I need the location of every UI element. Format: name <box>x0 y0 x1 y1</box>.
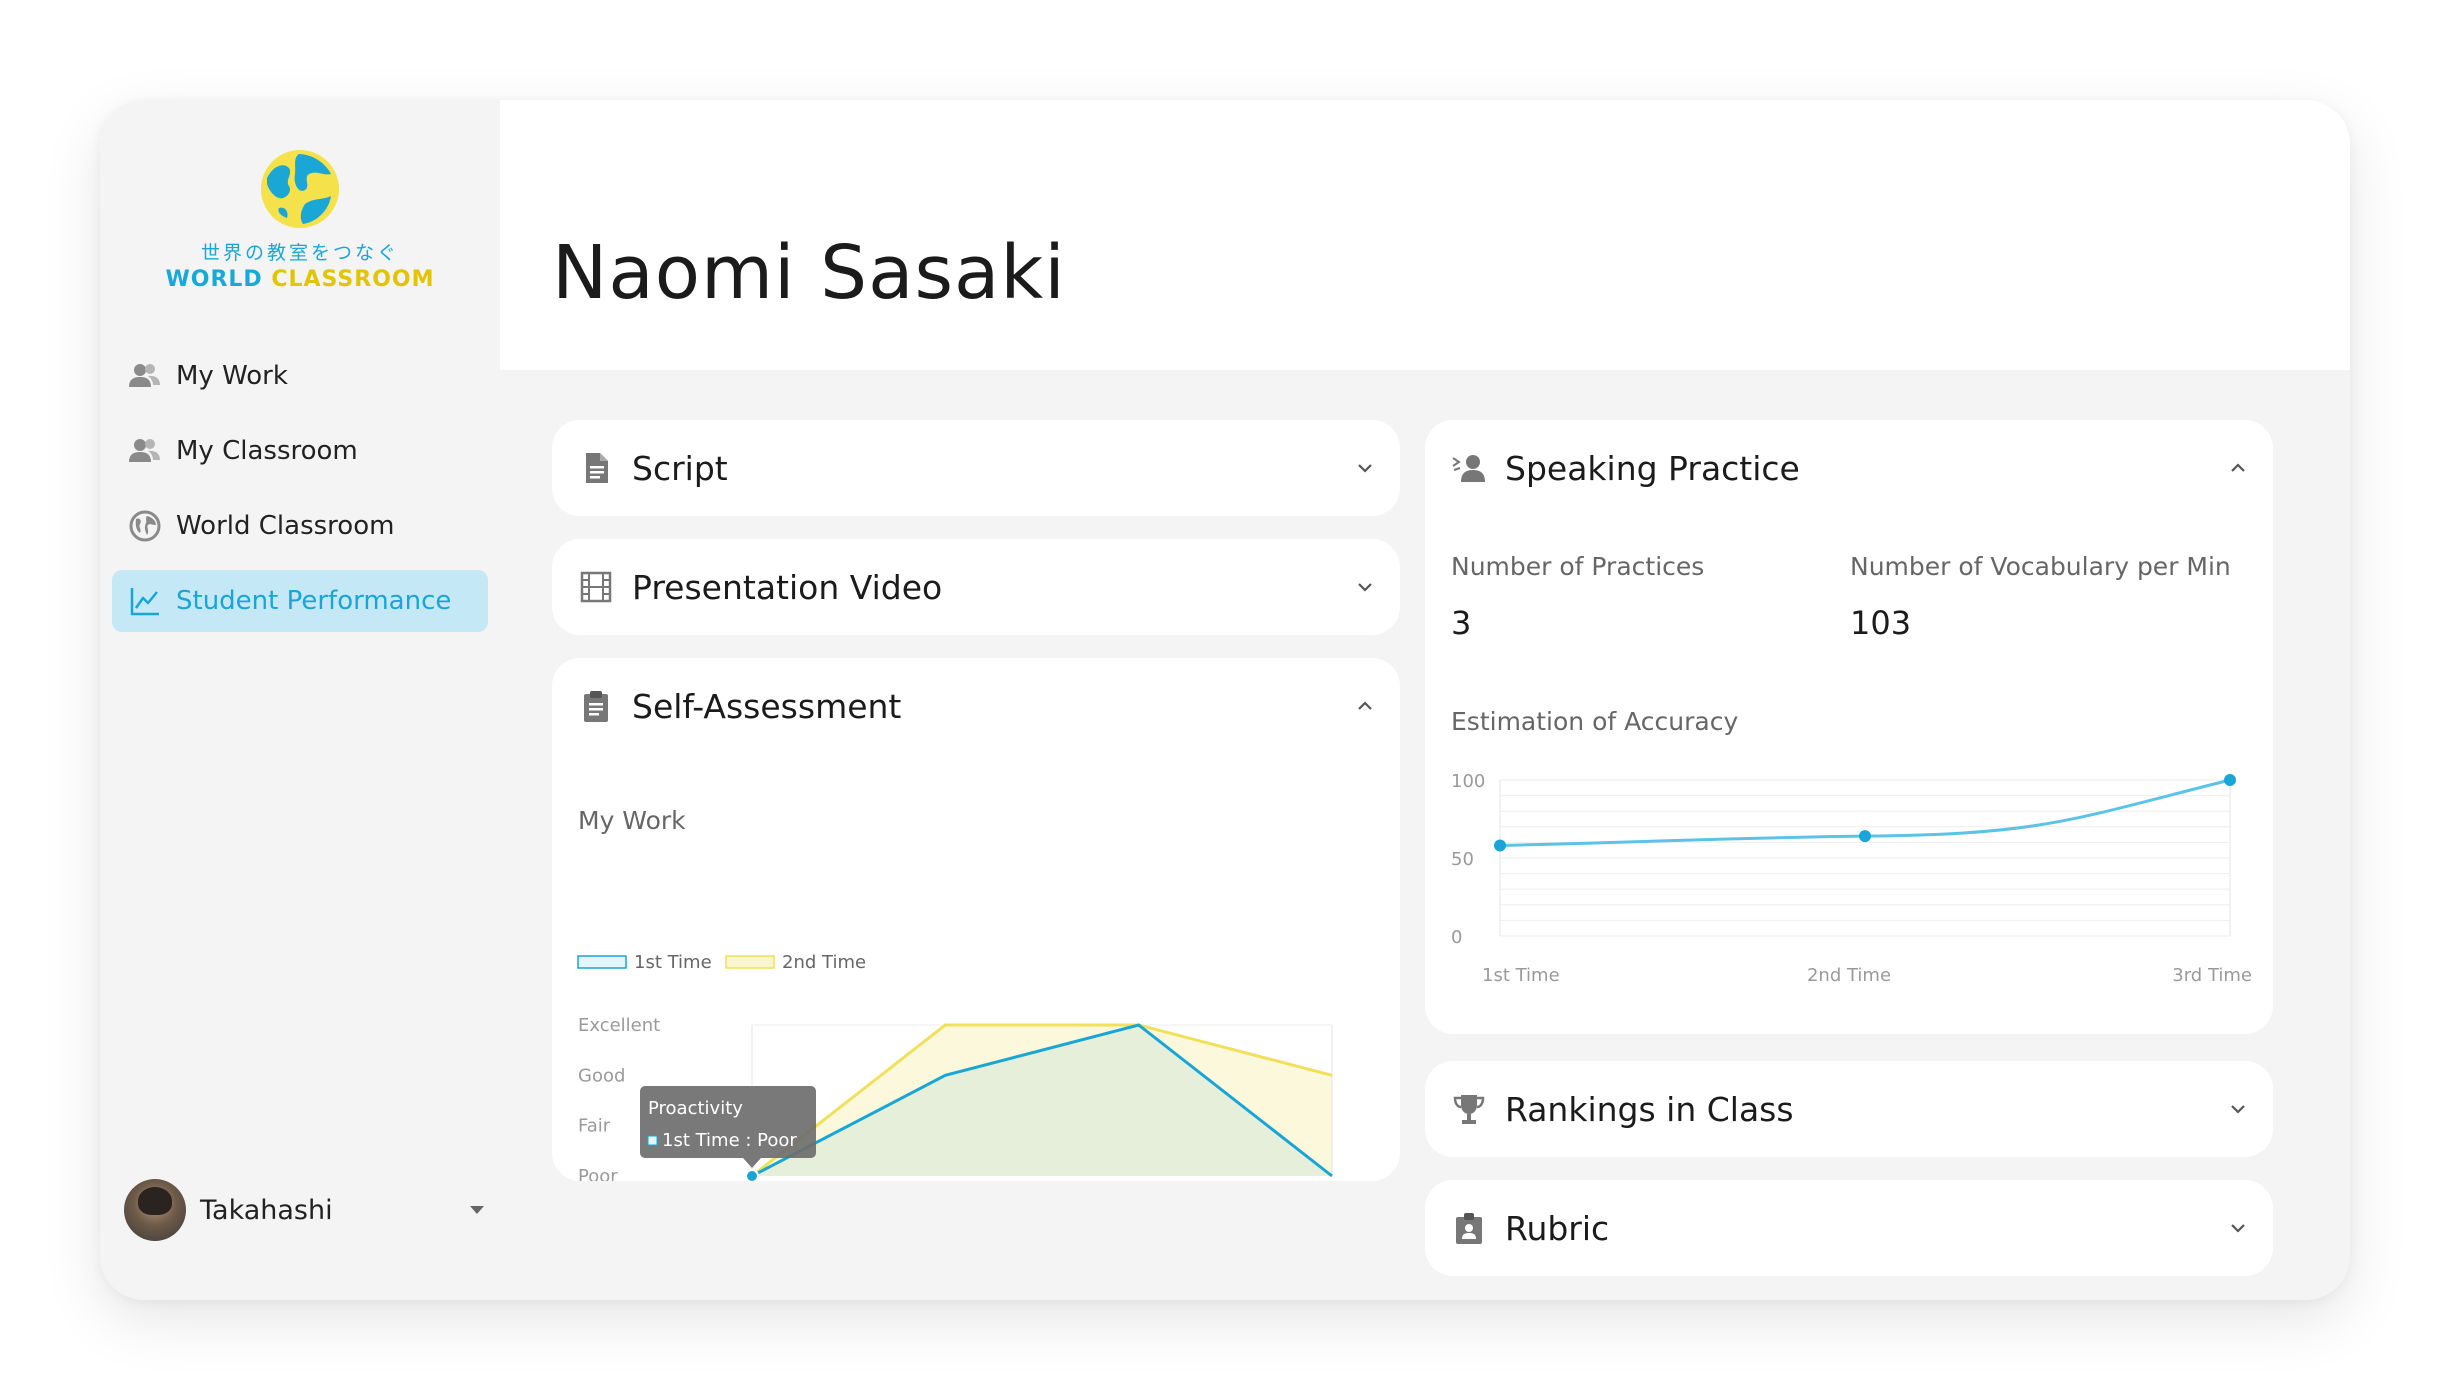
legend-label-2: 2nd Time <box>782 952 866 973</box>
page-title: Naomi Sasaki <box>552 230 1066 316</box>
badge-icon <box>1456 1213 1482 1244</box>
tooltip-line: 1st Time : Poor <box>662 1130 797 1151</box>
data-point <box>1859 830 1871 843</box>
sidebar-item-label: World Classroom <box>176 511 395 541</box>
tooltip-swatch <box>647 1135 658 1146</box>
sidebar-item-world-classroom[interactable]: World Classroom <box>112 495 488 557</box>
y-tick-label: 0 <box>1451 927 1462 948</box>
app-window: 世界の教室をつなぐ WORLD CLASSROOM My Work My Cla… <box>100 100 2350 1300</box>
brand-name: WORLD CLASSROOM <box>100 267 500 292</box>
brand-tagline-jp: 世界の教室をつなぐ <box>200 242 399 264</box>
y-tick-label: Excellent <box>578 1015 660 1036</box>
accuracy-chart: 0 50 100 1st Time 2nd Time 3rd Time <box>1451 771 2252 986</box>
people-icon <box>129 364 160 387</box>
card-title: Rubric <box>1505 1208 1610 1248</box>
chevron-down-icon[interactable] <box>1356 578 1374 596</box>
sidebar-nav: My Work My Classroom World Classroom Stu… <box>112 345 488 645</box>
sidebar-item-my-classroom[interactable]: My Classroom <box>112 420 488 482</box>
tooltip-pointer <box>743 1158 761 1168</box>
card-title: Script <box>632 448 728 488</box>
sidebar-item-student-performance[interactable]: Student Performance <box>112 570 488 632</box>
brand-logo[interactable]: 世界の教室をつなぐ WORLD CLASSROOM <box>100 148 500 292</box>
x-tick-label: 1st Time <box>1482 965 1560 986</box>
user-name: Takahashi <box>200 1194 333 1226</box>
data-point <box>2224 774 2236 786</box>
caret-down-icon[interactable] <box>470 1206 484 1214</box>
main-content: Naomi Sasaki Script Presentation Video S… <box>500 100 2350 1300</box>
film-icon <box>580 571 612 603</box>
speaking-practice-card: Speaking Practice Number of Practices 3 … <box>1425 420 2273 1034</box>
people-icon <box>129 439 160 462</box>
page-header: Naomi Sasaki <box>500 100 2350 370</box>
sidebar-item-label: My Work <box>176 361 288 391</box>
rankings-card: Rankings in Class <box>1425 1061 2273 1157</box>
y-tick-label: Poor <box>578 1166 618 1181</box>
globe-icon <box>129 510 161 542</box>
self-assessment-chart: 1st Time 2nd Time Poor Fair Good Excellent Pro… <box>577 952 1333 1181</box>
brand-name-world: WORLD <box>165 267 272 292</box>
chart-tooltip: Proactivity 1st Time : Poor <box>640 1086 816 1168</box>
legend-label-1: 1st Time <box>634 952 712 973</box>
document-icon <box>586 453 608 483</box>
y-tick-label: 50 <box>1451 849 1474 870</box>
chart-line-icon <box>130 588 159 616</box>
sidebar-item-label: My Classroom <box>176 436 358 466</box>
video-card: Presentation Video <box>552 539 1400 635</box>
y-tick-label: Fair <box>578 1116 611 1137</box>
data-point <box>745 1169 759 1181</box>
card-title: Presentation Video <box>632 567 943 607</box>
chevron-down-icon[interactable] <box>2229 1100 2247 1118</box>
rankings-card-header[interactable]: Rankings in Class <box>1451 1061 2247 1157</box>
legend-swatch-2 <box>725 955 775 969</box>
avatar <box>124 1179 186 1241</box>
rubric-card: Rubric <box>1425 1180 2273 1276</box>
sidebar: 世界の教室をつなぐ WORLD CLASSROOM My Work My Cla… <box>100 100 500 1300</box>
legend-swatch-1 <box>577 955 627 969</box>
data-point <box>1494 839 1506 852</box>
x-tick-label: 3rd Time <box>2172 965 2252 986</box>
y-tick-label: Good <box>578 1065 625 1086</box>
script-card-header[interactable]: Script <box>578 420 1374 516</box>
sidebar-item-my-work[interactable]: My Work <box>112 345 488 407</box>
chevron-down-icon[interactable] <box>2229 1219 2247 1237</box>
trophy-icon <box>1453 1095 1485 1124</box>
video-card-header[interactable]: Presentation Video <box>578 539 1374 635</box>
self-assessment-card: Self-Assessment My Work 1st Time 2nd Time… <box>552 658 1400 1181</box>
brand-name-classroom: CLASSROOM <box>271 267 435 292</box>
x-tick-label: 2nd Time <box>1807 965 1891 986</box>
card-title: Rankings in Class <box>1505 1089 1794 1129</box>
user-menu[interactable]: Takahashi <box>124 1179 484 1241</box>
sidebar-item-label: Student Performance <box>176 586 452 616</box>
chevron-down-icon[interactable] <box>1356 459 1374 477</box>
y-tick-label: 100 <box>1451 771 1485 792</box>
globe-logo-icon <box>261 150 339 228</box>
rubric-card-header[interactable]: Rubric <box>1451 1180 2247 1276</box>
tooltip-title: Proactivity <box>648 1098 743 1119</box>
script-card: Script <box>552 420 1400 516</box>
